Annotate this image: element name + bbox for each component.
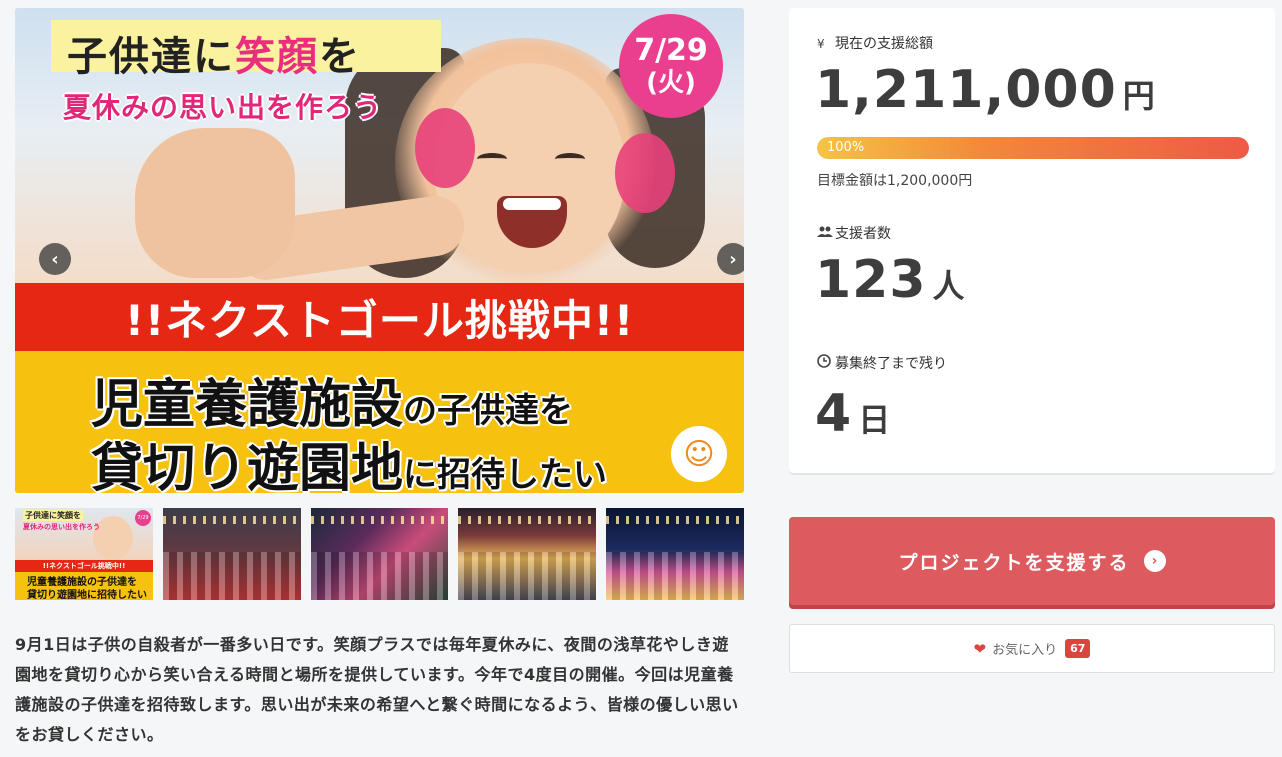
users-icon — [817, 226, 835, 241]
chevron-right-icon: › — [729, 248, 737, 270]
favorite-button[interactable]: ❤ お気に入り 67 — [789, 624, 1275, 673]
funding-progress-bar — [817, 137, 1249, 159]
arrow-right-circle-icon: › — [1143, 550, 1166, 572]
hero-headline-2: 貸切り遊園地に招待したい — [91, 439, 608, 493]
carousel-next-button[interactable]: › — [717, 243, 744, 275]
thumbnail-1[interactable]: 子供達に笑顔を 夏休みの思い出を作ろう 7/29 !!ネクストゴール挑戦中!! … — [15, 508, 153, 600]
thumbnail-strip: 子供達に笑顔を 夏休みの思い出を作ろう 7/29 !!ネクストゴール挑戦中!! … — [15, 508, 744, 600]
hero-title: 子供達に笑顔を — [67, 34, 361, 80]
thumbnail-4[interactable] — [458, 508, 597, 600]
date-badge: 7/29 (火) — [619, 14, 723, 118]
remaining-days: 4日 — [815, 384, 891, 444]
backers-count: 123 人 — [815, 250, 965, 310]
support-project-button[interactable]: プロジェクトを支援する › — [789, 517, 1275, 605]
main-image: 子供達に笑顔を 夏休みの思い出を作ろう 7/29 (火) !!ネクストゴール挑戦… — [15, 8, 744, 493]
goal-amount: 目標金額は1,200,000円 — [817, 173, 973, 189]
chevron-left-icon: ‹ — [51, 248, 59, 270]
thumbnail-5[interactable] — [606, 508, 744, 600]
total-amount-label: ¥ 現在の支援総額 — [817, 36, 933, 52]
total-amount: 1,211,000 円 — [815, 60, 1155, 120]
challenge-banner: !!ネクストゴール挑戦中!! — [15, 283, 744, 351]
backers-label: 支援者数 — [817, 223, 891, 243]
yen-icon: ¥ — [817, 37, 825, 51]
hero-subtitle: 夏休みの思い出を作ろう — [63, 91, 383, 124]
favorite-count-badge: 67 — [1065, 639, 1091, 658]
thumbnail-3[interactable] — [310, 508, 449, 600]
clock-icon — [817, 354, 835, 371]
carousel-prev-button[interactable]: ‹ — [39, 243, 71, 275]
project-description: 9月1日は子供の自殺者が一番多い日です。笑顔プラスでは毎年夏休みに、夜間の浅草花… — [15, 635, 739, 744]
heart-icon: ❤ — [973, 639, 987, 658]
thumbnail-2[interactable] — [162, 508, 301, 600]
progress-percent: 100% — [827, 140, 865, 155]
remaining-label: 募集終了まで残り — [817, 353, 947, 373]
smile-plus-logo-icon: ☺ — [671, 426, 727, 482]
funding-stats-panel: ¥ 現在の支援総額 1,211,000 円 100% 目標金額は1,200,000円… — [789, 8, 1275, 473]
